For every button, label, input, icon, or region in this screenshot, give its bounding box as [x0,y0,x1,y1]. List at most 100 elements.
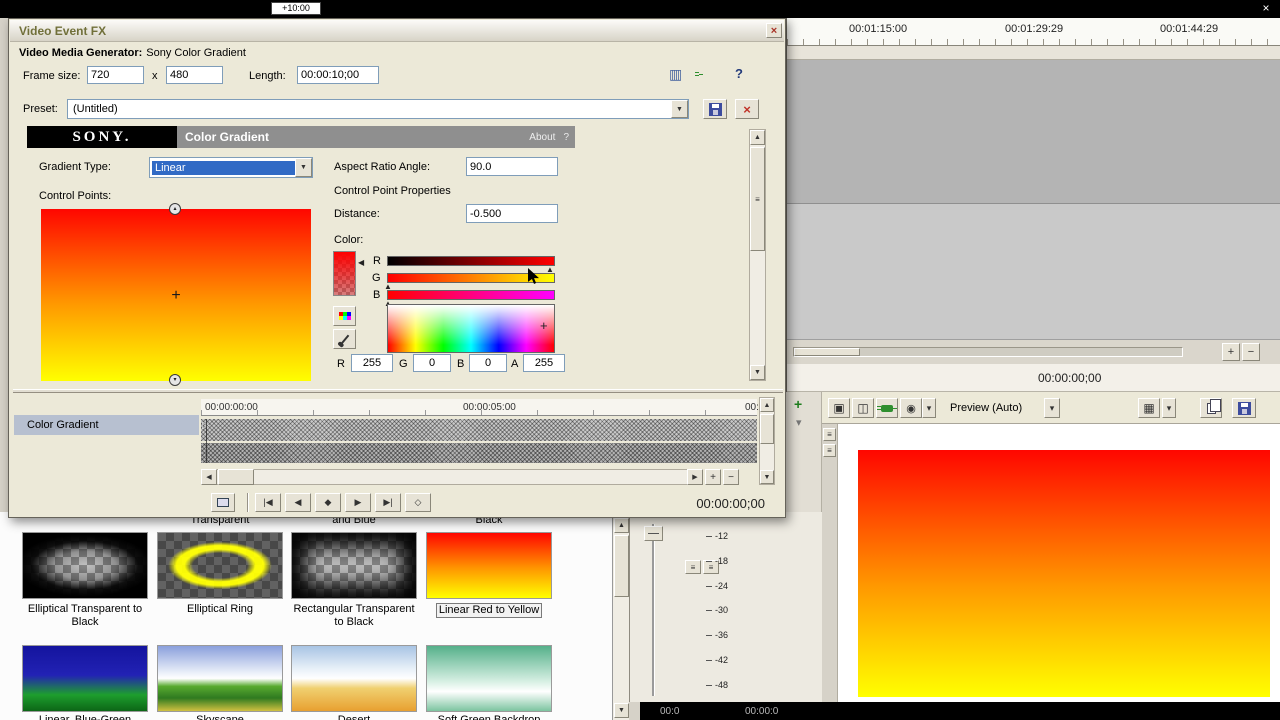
timeline-track-lower[interactable] [787,204,1280,340]
external-monitor-button[interactable] [876,398,898,418]
distance-field[interactable]: -0.500 [466,204,558,223]
split-screen-button[interactable]: ◫ [852,398,874,418]
scroll-up-button[interactable]: ▲ [760,398,774,412]
grid-dropdown-button[interactable]: ▾ [1162,398,1176,418]
rgba-r-field[interactable]: 255 [351,354,393,372]
plugin-scrollbar[interactable]: ▲ ≡ ▼ [749,129,766,381]
preset-thumbnail[interactable] [291,645,417,712]
fader-handle[interactable] [644,526,663,541]
scroll-up-button[interactable]: ▲ [750,130,765,145]
sync-cursor-button[interactable] [211,493,235,512]
scroll-right-button[interactable]: ▶ [687,469,703,485]
dock-grip-button[interactable]: ≡ [823,444,836,457]
gradient-preview-box[interactable]: ▴ ▾ + [41,203,311,386]
red-channel-slider[interactable] [387,256,555,266]
next-keyframe-button[interactable]: ▶ [345,493,371,512]
preset-name[interactable]: Rectangular Transparent to Black [291,603,417,629]
length-field[interactable]: 00:00:10;00 [297,66,379,84]
control-point-crosshair[interactable]: + [168,288,184,304]
dialog-close-button[interactable]: × [766,23,782,38]
gradient-type-dropdown-button[interactable]: ▼ [295,158,312,177]
plugin-help-icon[interactable]: ? [563,132,569,143]
delete-keyframe-button[interactable]: ◇ [405,493,431,512]
delete-preset-button[interactable]: × [735,99,759,119]
project-video-properties-button[interactable]: ▣ [828,398,850,418]
preset-thumbnail[interactable] [426,645,552,712]
preset-name[interactable]: Elliptical Ring [157,603,283,616]
preset-combobox[interactable]: (Untitled) ▼ [67,99,689,119]
rgba-a-field[interactable]: 255 [523,354,565,372]
blue-channel-slider[interactable] [387,290,555,300]
frame-height-field[interactable]: 480 [166,66,223,84]
color-spectrum-picker[interactable]: + [387,304,555,353]
dock-chevron-icon[interactable]: ▾ [796,416,802,429]
keyframe-track-row[interactable]: Color Gradient [14,415,199,435]
preset-thumbnail[interactable] [22,645,148,712]
gradient-endpoint-handle-top[interactable]: ▴ [169,203,181,215]
timeline-ruler[interactable]: 00:01:15:00 00:01:29:29 00:01:44:29 [787,18,1280,46]
gradient-endpoint-handle-bottom[interactable]: ▾ [169,374,181,386]
preset-name-selected[interactable]: Linear Red to Yellow [426,603,552,618]
frame-width-field[interactable]: 720 [87,66,144,84]
grid-overlay-button[interactable]: ▦ [1138,398,1160,418]
gradient-type-combobox[interactable]: Linear ▼ [149,157,313,178]
preset-name[interactable]: Skyscape [157,714,283,720]
color-space-button[interactable] [333,306,356,326]
fx-chain-icon[interactable]: ▥ [669,66,682,83]
preset-dropdown-button[interactable]: ▼ [671,100,688,118]
selected-preset-label[interactable]: Linear Red to Yellow [435,603,543,618]
preset-scrollbar[interactable]: ▲ ▼ [612,512,629,720]
overlay-dropdown-button[interactable]: ▾ [922,398,936,418]
save-snapshot-button[interactable] [1232,398,1256,418]
save-preset-button[interactable] [703,99,727,119]
scroll-down-button[interactable]: ▼ [750,365,765,380]
keyframe-ruler[interactable]: 00:00:00:00 00:00:05:00 00: [201,399,759,416]
preset-thumbnail-selected[interactable] [426,532,552,599]
preset-name[interactable]: Elliptical Transparent to Black [22,603,148,629]
scroll-down-button[interactable]: ▼ [760,470,774,484]
about-link[interactable]: About [529,132,555,143]
keyframe-vscrollbar[interactable]: ▲ ▼ [759,397,775,485]
keyframe-playhead-line[interactable] [206,419,207,463]
copy-snapshot-button[interactable] [1200,398,1222,418]
fader-track[interactable] [652,524,655,696]
preset-name[interactable]: Soft Green Backdrop [426,714,552,720]
scroll-up-button[interactable]: ▲ [614,518,629,533]
preset-name[interactable]: Linear, Blue-Green [22,714,148,720]
last-keyframe-button[interactable]: ▶| [375,493,401,512]
rgba-g-field[interactable]: 0 [413,354,451,372]
timeline-scrollbar-thumb[interactable] [794,348,860,356]
rgba-b-field[interactable]: 0 [469,354,507,372]
preset-thumbnail[interactable] [22,532,148,599]
zoom-in-button[interactable]: + [1222,343,1240,361]
keyframe-scrollbar-track[interactable] [201,469,703,485]
keyframe-track-band[interactable] [201,419,757,441]
add-track-icon[interactable]: + [794,396,802,412]
help-icon[interactable]: ? [735,66,743,81]
keyframe-zoom-in-button[interactable]: + [705,469,721,485]
first-keyframe-button[interactable]: |◀ [255,493,281,512]
previous-keyframe-button[interactable]: ◀ [285,493,311,512]
preset-thumbnail[interactable] [157,645,283,712]
scrollbar-thumb[interactable] [614,535,629,597]
keyframe-track-band[interactable] [201,443,757,463]
preset-thumbnail[interactable] [291,532,417,599]
scrollbar-thumb[interactable]: ≡ [750,147,765,251]
app-close-icon[interactable]: × [1258,1,1274,16]
preset-thumbnail[interactable] [157,532,283,599]
scrollbar-thumb[interactable] [760,414,774,444]
preview-quality-label[interactable]: Preview (Auto) [950,402,1022,414]
preset-name[interactable]: Desert [291,714,417,720]
overlay-button[interactable]: ◉ [900,398,922,418]
dialog-title-bar[interactable]: Video Event FX [10,20,784,42]
keyframe-scrollbar-thumb[interactable] [218,469,254,485]
preview-quality-dropdown-button[interactable]: ▾ [1044,398,1060,418]
meter-options-button[interactable]: ≡ [685,560,701,574]
aspect-ratio-angle-field[interactable]: 90.0 [466,157,558,176]
scroll-left-button[interactable]: ◀ [201,469,217,485]
dock-grip-button[interactable]: ≡ [823,428,836,441]
insert-keyframe-button[interactable]: ◆ [315,493,341,512]
eyedropper-button[interactable] [333,329,356,349]
timeline-track-upper[interactable] [787,60,1280,204]
scroll-down-button[interactable]: ▼ [614,703,629,718]
